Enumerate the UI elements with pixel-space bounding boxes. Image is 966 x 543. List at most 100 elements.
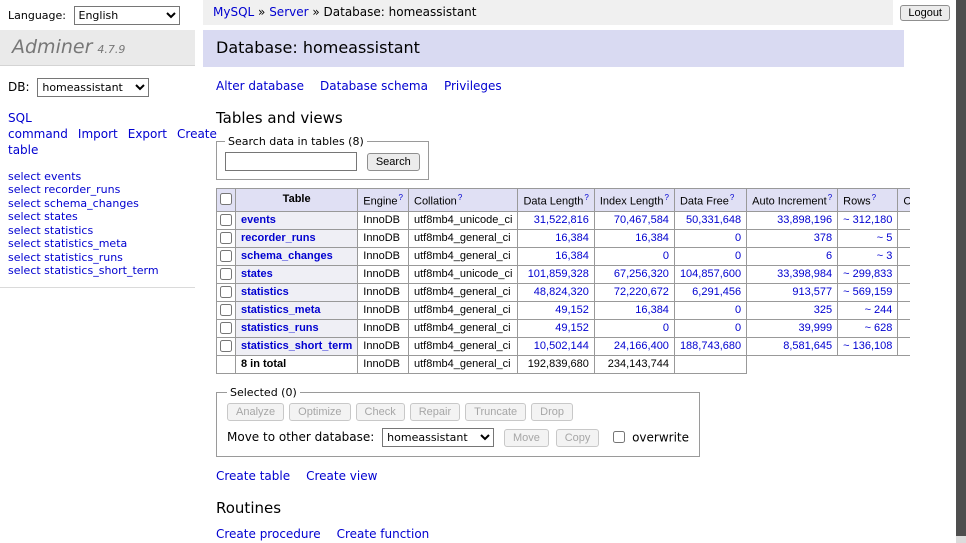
row-checkbox[interactable] bbox=[220, 322, 232, 334]
help-icon[interactable]: ? bbox=[458, 193, 462, 202]
index-length-cell-link[interactable]: 72,220,672 bbox=[614, 286, 669, 298]
row-checkbox[interactable] bbox=[220, 232, 232, 244]
overwrite-checkbox[interactable] bbox=[613, 431, 625, 443]
row-checkbox[interactable] bbox=[220, 286, 232, 298]
db-select[interactable]: homeassistant bbox=[37, 78, 149, 97]
table-link-events[interactable]: events bbox=[241, 214, 276, 226]
create-link-create-table[interactable]: Create table bbox=[216, 469, 290, 483]
breadcrumb-link-server[interactable]: Server bbox=[269, 5, 308, 19]
data-length-cell-link[interactable]: 31,522,816 bbox=[534, 214, 589, 226]
language-select[interactable]: English bbox=[74, 6, 180, 25]
rows-cell-link[interactable]: ~ 299,833 bbox=[843, 268, 892, 280]
data-length-cell-link[interactable]: 49,152 bbox=[555, 304, 589, 316]
auto-increment-cell-link[interactable]: 33,398,984 bbox=[777, 268, 832, 280]
table-link-schema-changes[interactable]: schema_changes bbox=[241, 250, 333, 262]
routine-link-create-procedure[interactable]: Create procedure bbox=[216, 527, 321, 541]
index-length-cell-link[interactable]: 24,166,400 bbox=[614, 340, 669, 352]
nav-link-database-schema[interactable]: Database schema bbox=[320, 79, 428, 93]
index-length-cell-link[interactable]: 0 bbox=[663, 250, 669, 262]
nav-link-privileges[interactable]: Privileges bbox=[444, 79, 502, 93]
move-db-select[interactable]: homeassistant bbox=[382, 428, 494, 447]
routine-link-create-function[interactable]: Create function bbox=[337, 527, 430, 541]
nav-link-alter-database[interactable]: Alter database bbox=[216, 79, 304, 93]
truncate-button[interactable]: Truncate bbox=[465, 403, 526, 421]
data-free-cell-link[interactable]: 50,331,648 bbox=[686, 214, 741, 226]
index-length-cell-link[interactable]: 67,256,320 bbox=[614, 268, 669, 280]
index-length-cell-link[interactable]: 16,384 bbox=[635, 304, 669, 316]
data-free-cell-link[interactable]: 104,857,600 bbox=[680, 268, 741, 280]
table-link-states[interactable]: states bbox=[241, 268, 273, 280]
app-title[interactable]: Adminer bbox=[12, 36, 92, 58]
help-icon[interactable]: ? bbox=[828, 193, 832, 202]
auto-increment-cell-link[interactable]: 39,999 bbox=[799, 322, 833, 334]
help-icon[interactable]: ? bbox=[872, 193, 876, 202]
scrollbar[interactable] bbox=[956, 0, 966, 543]
help-icon[interactable]: ? bbox=[730, 193, 734, 202]
app-version[interactable]: 4.7.9 bbox=[97, 43, 125, 56]
help-icon[interactable]: ? bbox=[584, 193, 588, 202]
sidebar-table-link-select-schema-changes[interactable]: select schema_changes bbox=[8, 198, 187, 211]
create-link-create-view[interactable]: Create view bbox=[306, 469, 377, 483]
data-free-cell-link[interactable]: 6,291,456 bbox=[692, 286, 741, 298]
analyze-button[interactable]: Analyze bbox=[227, 403, 284, 421]
optimize-button[interactable]: Optimize bbox=[289, 403, 350, 421]
data-length-cell-link[interactable]: 16,384 bbox=[555, 250, 589, 262]
auto-increment-cell-link[interactable]: 378 bbox=[814, 232, 832, 244]
help-icon[interactable]: ? bbox=[399, 193, 403, 202]
row-checkbox[interactable] bbox=[220, 304, 232, 316]
rows-cell-link[interactable]: ~ 628 bbox=[865, 322, 893, 334]
sidebar-table-link-select-events[interactable]: select events bbox=[8, 171, 187, 184]
table-link-statistics[interactable]: statistics bbox=[241, 286, 289, 298]
scrollbar-thumb[interactable] bbox=[956, 0, 966, 536]
index-length-cell-link[interactable]: 70,467,584 bbox=[614, 214, 669, 226]
auto-increment-cell-link[interactable]: 6 bbox=[826, 250, 832, 262]
sidebar-table-link-select-statistics-meta[interactable]: select statistics_meta bbox=[8, 238, 187, 251]
index-length-cell-link[interactable]: 16,384 bbox=[635, 232, 669, 244]
auto-increment-cell-link[interactable]: 325 bbox=[814, 304, 832, 316]
auto-increment-cell-link[interactable]: 8,581,645 bbox=[783, 340, 832, 352]
sidebar-table-link-select-statistics[interactable]: select statistics bbox=[8, 225, 187, 238]
data-free-cell-link[interactable]: 0 bbox=[735, 322, 741, 334]
sidebar-action-sql-command[interactable]: SQL command bbox=[8, 111, 68, 141]
copy-button[interactable]: Copy bbox=[556, 429, 600, 447]
row-checkbox[interactable] bbox=[220, 268, 232, 280]
row-checkbox[interactable] bbox=[220, 214, 232, 226]
auto-increment-cell-link[interactable]: 33,898,196 bbox=[777, 214, 832, 226]
sidebar-table-link-select-statistics-runs[interactable]: select statistics_runs bbox=[8, 252, 187, 265]
rows-cell-link[interactable]: ~ 136,108 bbox=[843, 340, 892, 352]
move-button[interactable]: Move bbox=[504, 429, 549, 447]
data-length-cell-link[interactable]: 101,859,328 bbox=[528, 268, 589, 280]
rows-cell-link[interactable]: ~ 5 bbox=[877, 232, 893, 244]
index-length-cell-link[interactable]: 0 bbox=[663, 322, 669, 334]
data-free-cell-link[interactable]: 188,743,680 bbox=[680, 340, 741, 352]
check-button[interactable]: Check bbox=[356, 403, 405, 421]
sidebar-action-export[interactable]: Export bbox=[128, 127, 167, 141]
rows-cell-link[interactable]: ~ 244 bbox=[865, 304, 893, 316]
data-free-cell-link[interactable]: 0 bbox=[735, 250, 741, 262]
sidebar-table-link-select-states[interactable]: select states bbox=[8, 211, 187, 224]
data-length-cell-link[interactable]: 10,502,144 bbox=[534, 340, 589, 352]
help-icon[interactable]: ? bbox=[664, 193, 668, 202]
sidebar-table-link-select-recorder-runs[interactable]: select recorder_runs bbox=[8, 184, 187, 197]
table-link-recorder-runs[interactable]: recorder_runs bbox=[241, 232, 316, 244]
data-length-cell-link[interactable]: 16,384 bbox=[555, 232, 589, 244]
table-link-statistics-runs[interactable]: statistics_runs bbox=[241, 322, 319, 334]
rows-cell-link[interactable]: ~ 3 bbox=[877, 250, 893, 262]
data-length-cell-link[interactable]: 49,152 bbox=[555, 322, 589, 334]
logout-button[interactable]: Logout bbox=[900, 5, 950, 21]
data-length-cell-link[interactable]: 48,824,320 bbox=[534, 286, 589, 298]
row-checkbox[interactable] bbox=[220, 340, 232, 352]
breadcrumb-link-mysql[interactable]: MySQL bbox=[213, 5, 254, 19]
sidebar-table-link-select-statistics-short-term[interactable]: select statistics_short_term bbox=[8, 265, 187, 278]
table-link-statistics-short-term[interactable]: statistics_short_term bbox=[241, 340, 352, 352]
rows-cell-link[interactable]: ~ 312,180 bbox=[843, 214, 892, 226]
data-free-cell-link[interactable]: 0 bbox=[735, 304, 741, 316]
sidebar-action-import[interactable]: Import bbox=[78, 127, 118, 141]
search-input[interactable] bbox=[225, 152, 357, 171]
data-free-cell-link[interactable]: 0 bbox=[735, 232, 741, 244]
rows-cell-link[interactable]: ~ 569,159 bbox=[843, 286, 892, 298]
row-checkbox[interactable] bbox=[220, 250, 232, 262]
search-button[interactable]: Search bbox=[367, 153, 420, 171]
select-all-checkbox[interactable] bbox=[220, 193, 232, 205]
repair-button[interactable]: Repair bbox=[410, 403, 460, 421]
